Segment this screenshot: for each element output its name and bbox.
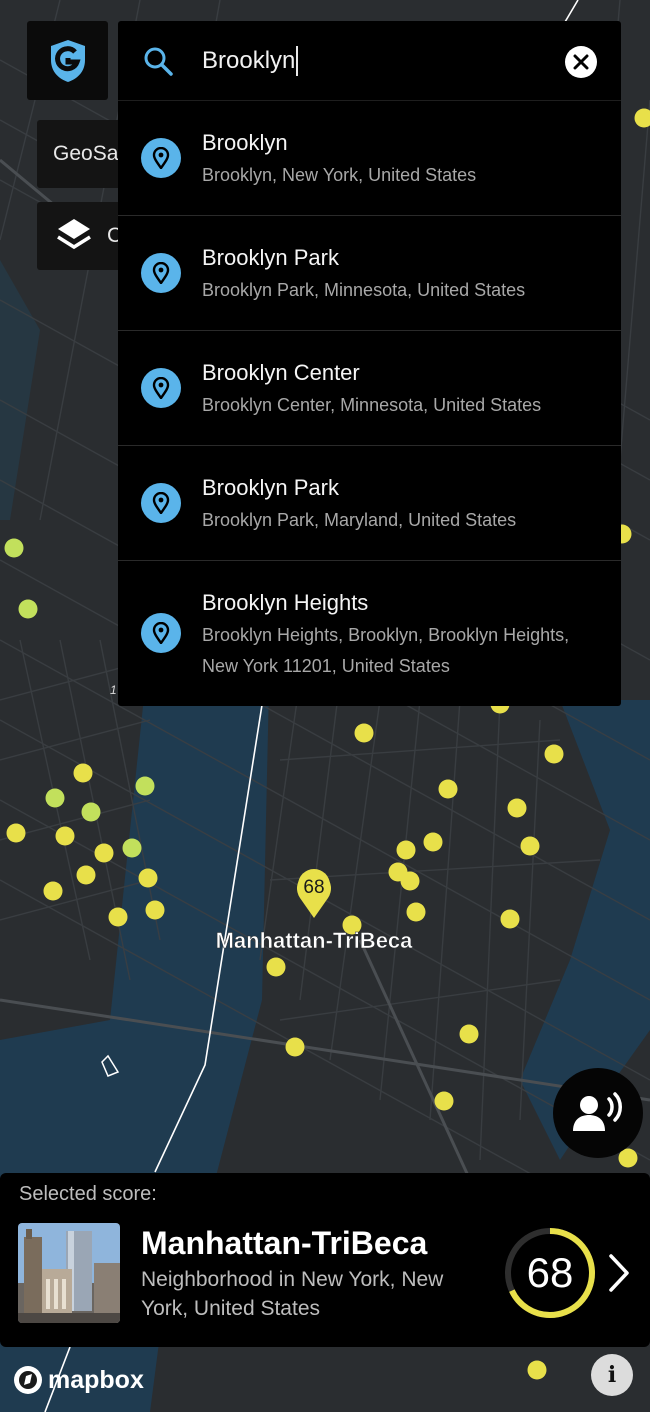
neighborhood-score-dot[interactable] [459,1024,479,1044]
mapbox-logo[interactable]: mapbox [12,1364,144,1396]
search-result-subtitle: Brooklyn Park, Minnesota, United States [202,280,526,300]
search-bar: Brooklyn [118,21,621,101]
search-result-subtitle: Brooklyn Park, Maryland, United States [202,510,517,530]
neighborhood-score-dot[interactable] [94,843,114,863]
neighborhood-score-dot[interactable] [55,826,75,846]
map-marker-score: 68 [303,877,324,898]
place-thumbnail [18,1223,120,1323]
text-caret [296,46,299,76]
search-result-title: Brooklyn Park [202,245,339,270]
search-result-subtitle: Brooklyn Center, Minnesota, United State… [202,395,542,415]
neighborhood-score-dot[interactable] [81,802,101,822]
neighborhood-score-dot[interactable] [108,907,128,927]
search-result-subtitle: Brooklyn Heights, Brooklyn, Brooklyn Hei… [202,625,570,676]
place-description: Neighborhood in New York, New York, Unit… [141,1268,444,1320]
neighborhood-score-dot[interactable] [145,900,165,920]
chevron-right-icon[interactable] [608,1253,630,1293]
close-icon [573,54,589,70]
neighborhood-score-dot[interactable] [76,865,96,885]
location-pin-icon [141,613,181,653]
location-pin-icon [141,253,181,293]
neighborhood-score-dot[interactable] [500,909,520,929]
search-result-item[interactable]: Brooklyn Brooklyn, New York, United State… [118,101,621,216]
neighborhood-score-dot[interactable] [527,1360,547,1380]
neighborhood-score-dot[interactable] [18,599,38,619]
neighborhood-score-dot[interactable] [423,832,443,852]
geosafe-g-shield-icon [50,39,85,82]
search-result-subtitle: Brooklyn, New York, United States [202,165,477,185]
search-result-item[interactable]: Brooklyn Park Brooklyn Park, Maryland, Un… [118,446,621,561]
map-stray-label: 1 [110,683,117,697]
search-icon [144,47,173,76]
neighborhood-score-dot[interactable] [544,744,564,764]
search-result-item[interactable]: Brooklyn Heights Brooklyn Heights, Brookl… [118,561,621,706]
info-button[interactable]: i [591,1354,633,1396]
neighborhood-score-dot[interactable] [434,1091,454,1111]
voice-button[interactable] [553,1068,643,1158]
search-result-title: Brooklyn Heights [202,590,369,615]
search-query: Brooklyn [202,47,296,74]
neighborhood-score-dot[interactable] [520,836,540,856]
neighborhood-score-dot[interactable] [266,957,286,977]
neighborhood-score-dot[interactable] [354,723,374,743]
search-result-title: Brooklyn Center [202,360,360,385]
search-panel: Brooklyn Brooklyn Brooklyn, New York, Uni… [118,21,621,706]
clear-search-button[interactable] [565,46,597,78]
neighborhood-score-dot[interactable] [438,779,458,799]
layers-icon [57,219,91,250]
selected-score-label: Selected score: [19,1183,157,1205]
map-place-label: Manhattan-TriBeca [216,928,414,953]
location-pin-icon [141,483,181,523]
score-value: 68 [526,1249,574,1296]
neighborhood-score-dot[interactable] [285,1037,305,1057]
location-pin-icon [141,368,181,408]
app-logo-button[interactable] [27,21,108,100]
neighborhood-score-dot[interactable] [138,868,158,888]
neighborhood-score-dot[interactable] [43,881,63,901]
neighborhood-score-dot[interactable] [507,798,527,818]
mapbox-wordmark: mapbox [48,1365,144,1394]
info-icon: i [607,1362,617,1388]
neighborhood-score-dot[interactable] [122,838,142,858]
mapbox-logo-icon [14,1366,42,1394]
brand-chip-label: GeoSa [53,142,119,165]
search-input[interactable]: Brooklyn [202,43,299,79]
place-name: Manhattan-TriBeca [141,1225,428,1261]
neighborhood-score-dot[interactable] [45,788,65,808]
search-results-list: Brooklyn Brooklyn, New York, United State… [118,101,621,706]
search-result-title: Brooklyn [202,130,288,155]
selected-score-panel[interactable]: Selected score: Manhattan-TriBeca Neighb… [0,1173,650,1347]
voice-speaker-icon [573,1092,622,1131]
neighborhood-score-dot[interactable] [135,776,155,796]
neighborhood-score-dot[interactable] [73,763,93,783]
neighborhood-score-dot[interactable] [396,840,416,860]
neighborhood-score-dot[interactable] [400,871,420,891]
neighborhood-score-dot[interactable] [6,823,26,843]
neighborhood-score-dot[interactable] [4,538,24,558]
location-pin-icon [141,138,181,178]
neighborhood-score-dot[interactable] [406,902,426,922]
search-result-title: Brooklyn Park [202,475,339,500]
search-result-item[interactable]: Brooklyn Center Brooklyn Center, Minnesot… [118,331,621,446]
search-result-item[interactable]: Brooklyn Park Brooklyn Park, Minnesota, U… [118,216,621,331]
